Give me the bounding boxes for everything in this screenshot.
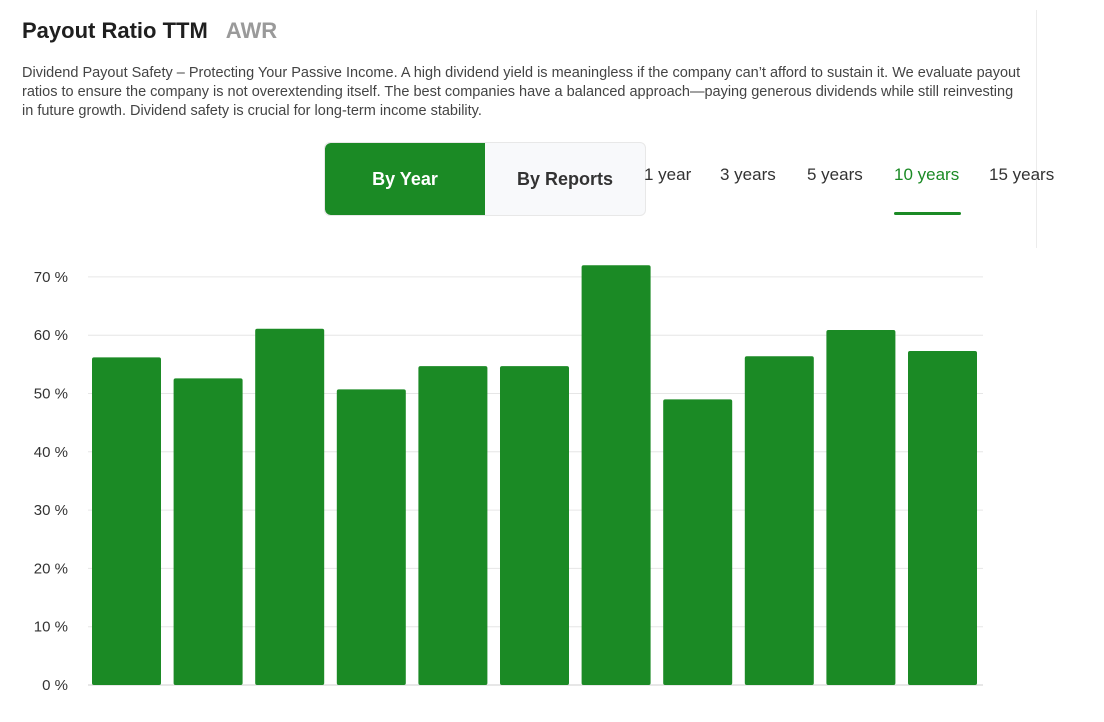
tab-15-years[interactable]: 15 years bbox=[989, 165, 1054, 185]
y-axis-labels: 0 % 10 % 20 % 30 % 40 % 50 % 60 % 70 % bbox=[34, 269, 68, 694]
bar[interactable] bbox=[92, 357, 161, 685]
bar[interactable] bbox=[744, 356, 814, 685]
bar[interactable] bbox=[418, 366, 488, 685]
bar[interactable] bbox=[336, 389, 406, 685]
tab-5-years[interactable]: 5 years bbox=[807, 165, 863, 185]
bar[interactable] bbox=[581, 265, 651, 685]
bar[interactable] bbox=[663, 399, 733, 685]
payout-ratio-chart: 0 % 10 % 20 % 30 % 40 % 50 % 60 % 70 % bbox=[34, 265, 983, 694]
by-year-button[interactable]: By Year bbox=[325, 143, 485, 215]
tab-1-year[interactable]: 1 year bbox=[644, 165, 691, 185]
description-text: Dividend Payout Safety – Protecting Your… bbox=[22, 65, 1021, 119]
y-tick-label: 50 % bbox=[34, 386, 68, 403]
bar[interactable] bbox=[255, 328, 325, 685]
title-row: Payout Ratio TTM AWR bbox=[22, 18, 277, 44]
page-title: Payout Ratio TTM bbox=[22, 18, 208, 43]
bar[interactable] bbox=[826, 329, 896, 685]
view-toggle: By Year By Reports bbox=[324, 142, 646, 216]
y-tick-label: 0 % bbox=[42, 677, 68, 694]
by-reports-button[interactable]: By Reports bbox=[485, 143, 645, 215]
bar[interactable] bbox=[173, 378, 243, 685]
y-tick-label: 60 % bbox=[34, 327, 68, 344]
y-tick-label: 40 % bbox=[34, 444, 68, 461]
ticker-symbol: AWR bbox=[225, 18, 278, 43]
tab-3-years[interactable]: 3 years bbox=[720, 165, 776, 185]
y-tick-label: 30 % bbox=[34, 502, 68, 519]
y-tick-label: 70 % bbox=[34, 269, 68, 286]
tab-10-years[interactable]: 10 years bbox=[894, 165, 959, 185]
bar[interactable] bbox=[500, 366, 569, 685]
y-tick-label: 10 % bbox=[34, 619, 68, 636]
bar[interactable] bbox=[908, 350, 977, 685]
divider bbox=[1036, 10, 1037, 248]
bars bbox=[92, 265, 977, 685]
active-tab-underline bbox=[894, 212, 961, 215]
y-tick-label: 20 % bbox=[34, 560, 68, 577]
